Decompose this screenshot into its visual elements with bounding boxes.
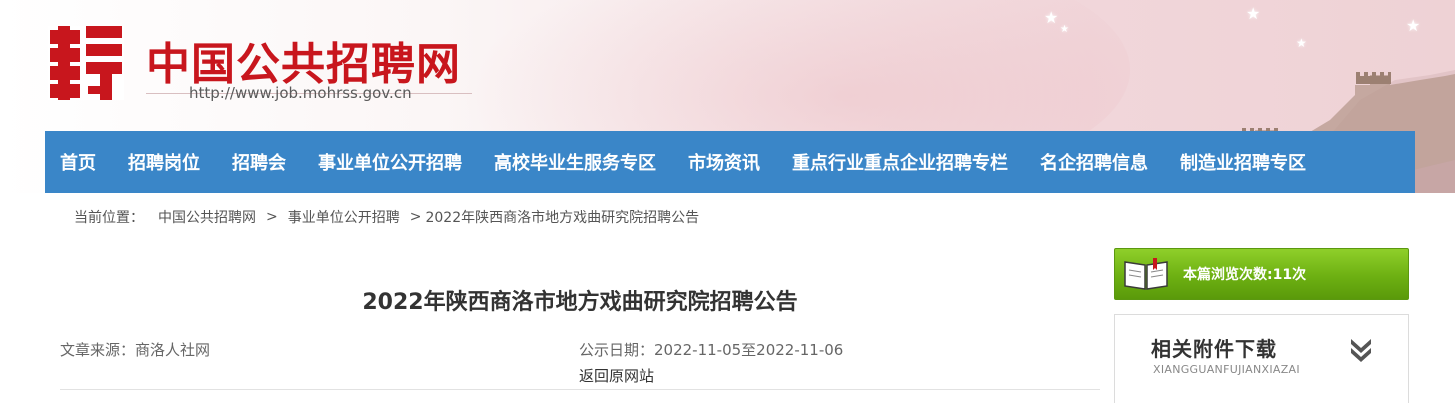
nav-item-home[interactable]: 首页 xyxy=(45,149,112,175)
nav-item-public-institutions[interactable]: 事业单位公开招聘 xyxy=(302,149,478,175)
open-book-icon xyxy=(1124,258,1168,290)
star-icon: ★ xyxy=(1060,24,1069,35)
site-title[interactable]: 中国公共招聘网 xyxy=(146,28,461,92)
article-source: 文章来源：商洛人社网 xyxy=(60,341,211,359)
site-logo-icon[interactable] xyxy=(48,26,124,100)
breadcrumb-separator: > xyxy=(266,209,278,225)
breadcrumb-category-link[interactable]: 事业单位公开招聘 xyxy=(288,207,400,227)
star-icon: ★ xyxy=(1246,4,1261,23)
nav-item-job-fairs[interactable]: 招聘会 xyxy=(216,149,302,175)
main-nav: 首页 招聘岗位 招聘会 事业单位公开招聘 高校毕业生服务专区 市场资讯 重点行业… xyxy=(45,131,1415,193)
view-count-label: 本篇浏览次数: xyxy=(1183,267,1273,283)
double-chevron-down-icon[interactable] xyxy=(1349,337,1373,363)
breadcrumb-home-link[interactable]: 中国公共招聘网 xyxy=(158,207,256,227)
nav-item-manufacturing[interactable]: 制造业招聘专区 xyxy=(1164,149,1322,175)
nav-item-graduate-services[interactable]: 高校毕业生服务专区 xyxy=(478,149,672,175)
star-icon: ★ xyxy=(1044,8,1059,27)
nav-item-market-news[interactable]: 市场资讯 xyxy=(672,149,776,175)
attachments-panel: 相关附件下载 XIANGGUANFUJIANXIAZAI xyxy=(1114,314,1409,403)
breadcrumb: 当前位置： 中国公共招聘网 > 事业单位公开招聘 > 2022年陕西商洛市地方戏… xyxy=(74,207,699,227)
star-icon: ★ xyxy=(1406,16,1421,35)
attachments-title: 相关附件下载 xyxy=(1151,337,1277,361)
back-to-source-link[interactable]: 返回原网站 xyxy=(579,365,654,386)
view-count-panel: 本篇浏览次数: 11次 xyxy=(1114,248,1409,300)
site-url: http://www.job.mohrss.gov.cn xyxy=(189,84,412,102)
breadcrumb-prefix: 当前位置： xyxy=(74,210,144,226)
nav-item-famous-companies[interactable]: 名企招聘信息 xyxy=(1024,149,1164,175)
attachments-subtitle: XIANGGUANFUJIANXIAZAI xyxy=(1153,363,1300,376)
breadcrumb-current: 2022年陕西商洛市地方戏曲研究院招聘公告 xyxy=(425,210,700,226)
nav-item-job-positions[interactable]: 招聘岗位 xyxy=(112,149,216,175)
article-divider xyxy=(60,389,1100,390)
article-title: 2022年陕西商洛市地方戏曲研究院招聘公告 xyxy=(362,290,798,315)
breadcrumb-separator: > xyxy=(409,209,422,225)
view-count-value: 11次 xyxy=(1272,267,1307,283)
star-icon: ★ xyxy=(1296,36,1307,50)
article-publish-date: 公示日期：2022-11-05至2022-11-06 xyxy=(579,341,844,359)
nav-item-key-industries[interactable]: 重点行业重点企业招聘专栏 xyxy=(776,149,1024,175)
